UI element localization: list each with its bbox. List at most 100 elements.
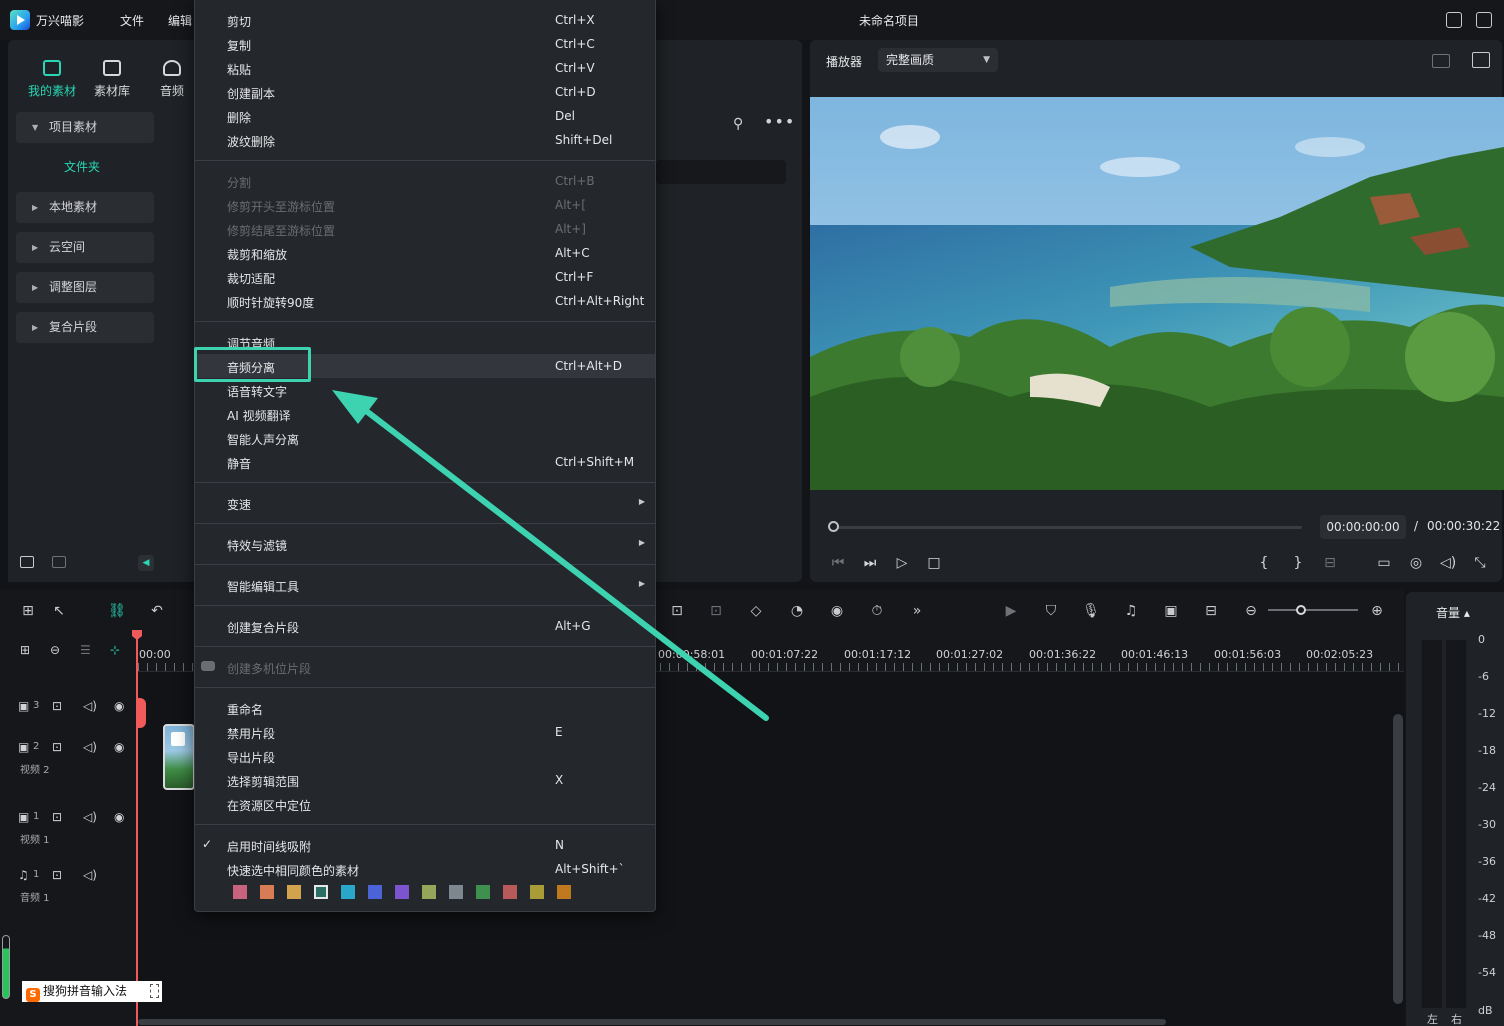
menu-item-paste[interactable]: 粘贴 Ctrl+V <box>195 56 655 80</box>
ai-cutout-icon[interactable]: ◉ <box>828 602 846 620</box>
menu-item-split[interactable]: 分割 Ctrl+B <box>195 169 655 193</box>
window-icon[interactable] <box>1476 12 1492 28</box>
menu-edit[interactable]: 编辑 <box>168 12 192 29</box>
more-tools-icon[interactable]: » <box>908 602 926 620</box>
menu-item-create-multicam[interactable]: 创建多机位片段 <box>195 655 655 679</box>
speaker-icon[interactable]: ◁) <box>83 699 97 713</box>
menu-item-effects-filters[interactable]: 特效与滤镜 ▶ <box>195 532 655 556</box>
link-track-icon[interactable]: ⊖ <box>50 643 60 657</box>
lock-icon[interactable]: ⊡ <box>52 699 62 713</box>
timer-icon[interactable]: ⏱ <box>868 602 886 620</box>
quality-select[interactable]: 完整画质 ▼ <box>878 48 998 72</box>
undo-icon[interactable]: ↶ <box>148 602 166 620</box>
insert-icon[interactable]: ⊟ <box>1322 555 1338 571</box>
menu-item-rename[interactable]: 重命名 <box>195 696 655 720</box>
fullscreen-icon[interactable]: ⤡ <box>1472 555 1488 571</box>
select-tool-icon[interactable]: ↖ <box>50 602 68 620</box>
speaker-icon[interactable]: ◁) <box>83 740 97 754</box>
collapse-sidebar-icon[interactable]: ◀ <box>138 555 154 571</box>
color-swatch[interactable] <box>449 885 463 899</box>
track-manager-icon[interactable]: ☰ <box>80 643 91 657</box>
speed-icon[interactable]: ◔ <box>788 602 806 620</box>
timeline-horizontal-scrollbar[interactable] <box>138 1019 1166 1025</box>
sidebar-item-project-media[interactable]: ▼ 项目素材 <box>16 112 154 143</box>
tab-audio[interactable]: 音频 <box>142 60 202 99</box>
menu-item-delete[interactable]: 删除 Del <box>195 104 655 128</box>
scope-icon[interactable] <box>1472 52 1490 68</box>
fit-timeline-icon[interactable]: ⊟ <box>1202 602 1220 620</box>
video-preview[interactable] <box>810 97 1504 490</box>
menu-item-crop-fit[interactable]: 裁切适配 Ctrl+F <box>195 265 655 289</box>
microphone-icon[interactable]: 🎙︎ <box>1082 602 1100 620</box>
color-swatch[interactable] <box>287 885 301 899</box>
menu-item-speed[interactable]: 变速 ▶ <box>195 491 655 515</box>
menu-item-locate-in-media[interactable]: 在资源区中定位 <box>195 792 655 816</box>
color-swatch[interactable] <box>503 885 517 899</box>
menu-item-disable-clip[interactable]: 禁用片段 E <box>195 720 655 744</box>
ime-toolbar[interactable]: S 搜狗拼音输入法 <box>22 981 162 1002</box>
sidebar-item-compound-clip[interactable]: ▶ 复合片段 <box>16 312 154 343</box>
zoom-out-icon[interactable]: ⊖ <box>1242 602 1260 620</box>
lock-icon[interactable]: ⊡ <box>52 868 62 882</box>
menu-item-trim-start[interactable]: 修剪开头至游标位置 Alt+[ <box>195 193 655 217</box>
playback-progress-track[interactable] <box>836 526 1302 529</box>
menu-item-select-range[interactable]: 选择剪辑范围 X <box>195 768 655 792</box>
playback-scrubber[interactable] <box>828 521 839 532</box>
snap-icon[interactable]: ⊹ <box>110 643 120 657</box>
link-icon[interactable]: ⛓ <box>108 602 126 620</box>
menu-item-copy[interactable]: 复制 Ctrl+C <box>195 32 655 56</box>
volume-meter-title[interactable]: 音量 ▴ <box>1436 604 1470 621</box>
timeline-vertical-scrollbar[interactable] <box>1393 714 1403 1004</box>
sidebar-item-local-media[interactable]: ▶ 本地素材 <box>16 192 154 223</box>
eye-icon[interactable]: ◉ <box>114 740 124 754</box>
sidebar-folder[interactable]: 文件夹 <box>16 158 148 175</box>
menu-item-cut[interactable]: 剪切 Ctrl+X <box>195 8 655 32</box>
menu-item-ai-video-translate[interactable]: AI 视频翻译 <box>195 402 655 426</box>
menu-item-rotate-90[interactable]: 顺时针旋转90度 Ctrl+Alt+Right <box>195 289 655 313</box>
menu-item-mute[interactable]: 静音 Ctrl+Shift+M <box>195 450 655 474</box>
sidebar-item-cloud[interactable]: ▶ 云空间 <box>16 232 154 263</box>
lock-icon[interactable]: ⊡ <box>52 740 62 754</box>
speaker-icon[interactable]: ◁) <box>83 868 97 882</box>
menu-item-duplicate[interactable]: 创建副本 Ctrl+D <box>195 80 655 104</box>
menu-item-create-compound-clip[interactable]: 创建复合片段 Alt+G <box>195 614 655 638</box>
color-swatch[interactable] <box>476 885 490 899</box>
color-swatch[interactable] <box>341 885 355 899</box>
ai-tool-icon[interactable]: ⊡ <box>707 602 725 620</box>
speaker-icon[interactable]: ◁) <box>1440 555 1456 571</box>
menu-item-crop-zoom[interactable]: 裁剪和缩放 Alt+C <box>195 241 655 265</box>
more-icon[interactable]: ••• <box>764 112 795 131</box>
color-swatch[interactable] <box>314 885 328 899</box>
keyframe-icon[interactable]: ◇ <box>747 602 765 620</box>
color-swatch[interactable] <box>395 885 409 899</box>
auto-highlight-icon[interactable]: ▣ <box>1162 602 1180 620</box>
filter-icon[interactable]: ⚲ <box>733 116 751 132</box>
play-reverse-icon[interactable]: ⏭ <box>862 555 878 571</box>
marker-icon[interactable]: ⛉ <box>1042 602 1060 620</box>
video-clip[interactable] <box>163 724 195 790</box>
current-timecode[interactable]: 00:00:00:00 <box>1320 515 1406 539</box>
display-icon[interactable]: ▭ <box>1376 555 1392 571</box>
add-track-icon[interactable]: ⊞ <box>20 643 30 657</box>
audio-mix-icon[interactable]: ♫ <box>1122 602 1140 620</box>
snapshot-icon[interactable]: ◎ <box>1408 555 1424 571</box>
mark-in-icon[interactable]: { <box>1256 555 1272 571</box>
color-swatch[interactable] <box>530 885 544 899</box>
search-input[interactable] <box>656 160 786 184</box>
menu-item-ripple-delete[interactable]: 波纹删除 Shift+Del <box>195 128 655 152</box>
playhead[interactable] <box>136 632 138 1026</box>
menu-item-smart-edit-tools[interactable]: 智能编辑工具 ▶ <box>195 573 655 597</box>
account-icon[interactable] <box>1446 12 1462 28</box>
tab-stock-library[interactable]: 素材库 <box>82 60 142 99</box>
zoom-slider-knob[interactable] <box>1296 605 1306 615</box>
menu-item-vocal-separation[interactable]: 智能人声分离 <box>195 426 655 450</box>
color-swatch[interactable] <box>233 885 247 899</box>
color-swatch[interactable] <box>422 885 436 899</box>
menu-file[interactable]: 文件 <box>120 12 144 29</box>
sidebar-item-adjustment-layer[interactable]: ▶ 调整图层 <box>16 272 154 303</box>
grid-view-icon[interactable] <box>1432 54 1450 68</box>
new-folder-icon[interactable] <box>20 556 34 568</box>
play-icon[interactable]: ▷ <box>894 555 910 571</box>
mark-out-icon[interactable]: } <box>1290 555 1306 571</box>
menu-item-select-same-color[interactable]: 快速选中相同颜色的素材 Alt+Shift+` <box>195 857 655 881</box>
